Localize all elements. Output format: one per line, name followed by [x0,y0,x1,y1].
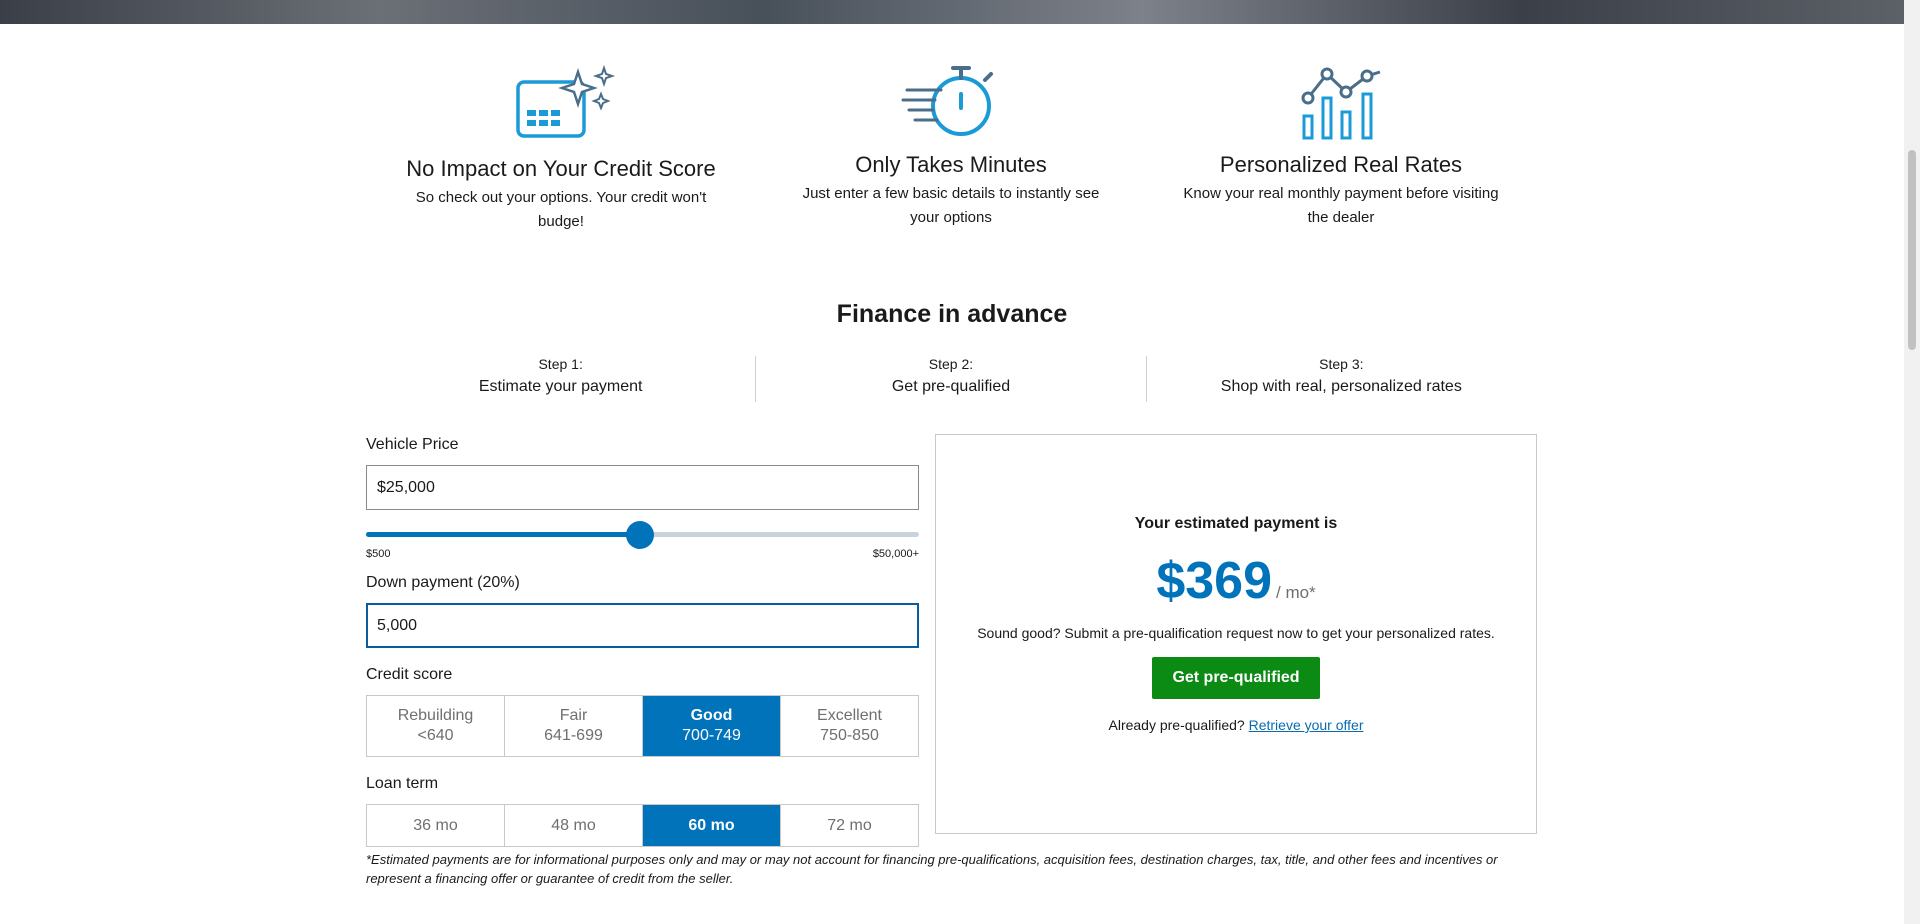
step-text: Estimate your payment [478,378,643,395]
credit-option-range: <640 [417,727,454,744]
term-option-72[interactable]: 72 mo [781,805,918,846]
slider-thumb[interactable] [625,521,654,549]
credit-option-rebuilding[interactable]: Rebuilding <640 [367,696,505,756]
prequal-cta-text: Sound good? Submit a pre-qualification r… [977,625,1495,641]
down-payment-label: Down payment (20%) [366,574,520,591]
step-number: Step 3: [1319,356,1364,372]
bar-chart-trend-icon [1181,67,1501,140]
term-option-48[interactable]: 48 mo [505,805,643,846]
step-text: Get pre-qualified [891,378,1011,395]
scrollbar-thumb[interactable] [1908,150,1916,350]
feature-only-minutes: Only Takes Minutes Just enter a few basi… [791,66,1111,230]
credit-option-good[interactable]: Good 700-749 [643,696,781,756]
disclaimer-text: *Estimated payments are for informationa… [366,852,1498,886]
per-month-suffix: / mo* [1276,583,1316,602]
retrieve-offer-link[interactable]: Retrieve your offer [1249,717,1364,733]
credit-option-range: 641-699 [544,727,603,744]
get-prequalified-button[interactable]: Get pre-qualified [1152,657,1320,699]
feature-description: Know your real monthly payment before vi… [1183,185,1499,226]
slider-min-label: $500 [366,548,391,560]
feature-title: No Impact on Your Credit Score [406,156,716,181]
already-prequalified-text: Already pre-qualified? [1108,717,1245,733]
step-3: Step 3: Shop with real, personalized rat… [1147,356,1536,402]
down-payment-input[interactable]: 5,000 [366,603,919,648]
credit-option-fair[interactable]: Fair 641-699 [505,696,643,756]
slider-fill [366,532,640,537]
payment-calculator: Vehicle Price $25,000 $500 $50,000+ Down… [366,436,919,847]
credit-option-range: 700-749 [682,727,741,744]
feature-description: So check out your options. Your credit w… [415,189,707,230]
feature-real-rates: Personalized Real Rates Know your real m… [1181,67,1501,230]
estimate-result-panel: Your estimated payment is $369/ mo* Soun… [935,434,1537,834]
step-text: Shop with real, personalized rates [1220,378,1462,395]
estimated-payment-amount: $369 [1156,552,1272,610]
slider-max-label: $50,000+ [872,548,919,560]
step-number: Step 1: [538,356,583,372]
feature-title: Only Takes Minutes [855,152,1047,177]
vehicle-price-label: Vehicle Price [366,436,459,453]
section-title: Finance in advance [836,300,1068,328]
page-scrollbar[interactable] [1904,0,1920,924]
credit-card-sparkle-icon [401,64,721,144]
already-prequalified-row: Already pre-qualified? Retrieve your off… [936,717,1536,733]
credit-option-name: Rebuilding [397,707,474,724]
slider-range-labels: $500 $50,000+ [366,548,919,560]
hero-image-strip [0,0,1904,24]
vehicle-price-input[interactable]: $25,000 [366,465,919,510]
credit-score-selector: Rebuilding <640 Fair 641-699 Good 700-74… [366,695,919,757]
estimate-amount-row: $369/ mo* [936,551,1536,611]
step-2: Step 2: Get pre-qualified [756,356,1147,402]
term-option-36[interactable]: 36 mo [367,805,505,846]
vehicle-price-slider[interactable] [366,521,919,549]
feature-credit-score: No Impact on Your Credit Score So check … [401,64,721,234]
estimate-headline: Your estimated payment is [1134,515,1338,532]
step-1: Step 1: Estimate your payment [366,356,757,402]
feature-title: Personalized Real Rates [1219,152,1463,177]
credit-option-name: Good [690,707,733,724]
credit-score-label: Credit score [366,666,453,683]
credit-option-name: Fair [559,707,588,724]
loan-term-selector: 36 mo 48 mo 60 mo 72 mo [366,804,919,847]
steps-bar: Step 1: Estimate your payment Step 2: Ge… [366,356,1536,402]
loan-term-label: Loan term [366,775,439,792]
feature-description: Just enter a few basic details to instan… [802,185,1100,226]
step-number: Step 2: [928,356,974,372]
stopwatch-icon [791,66,1111,140]
term-option-60[interactable]: 60 mo [643,805,781,846]
credit-option-name: Excellent [817,707,882,724]
credit-option-range: 750-850 [820,727,879,744]
credit-option-excellent[interactable]: Excellent 750-850 [781,696,918,756]
